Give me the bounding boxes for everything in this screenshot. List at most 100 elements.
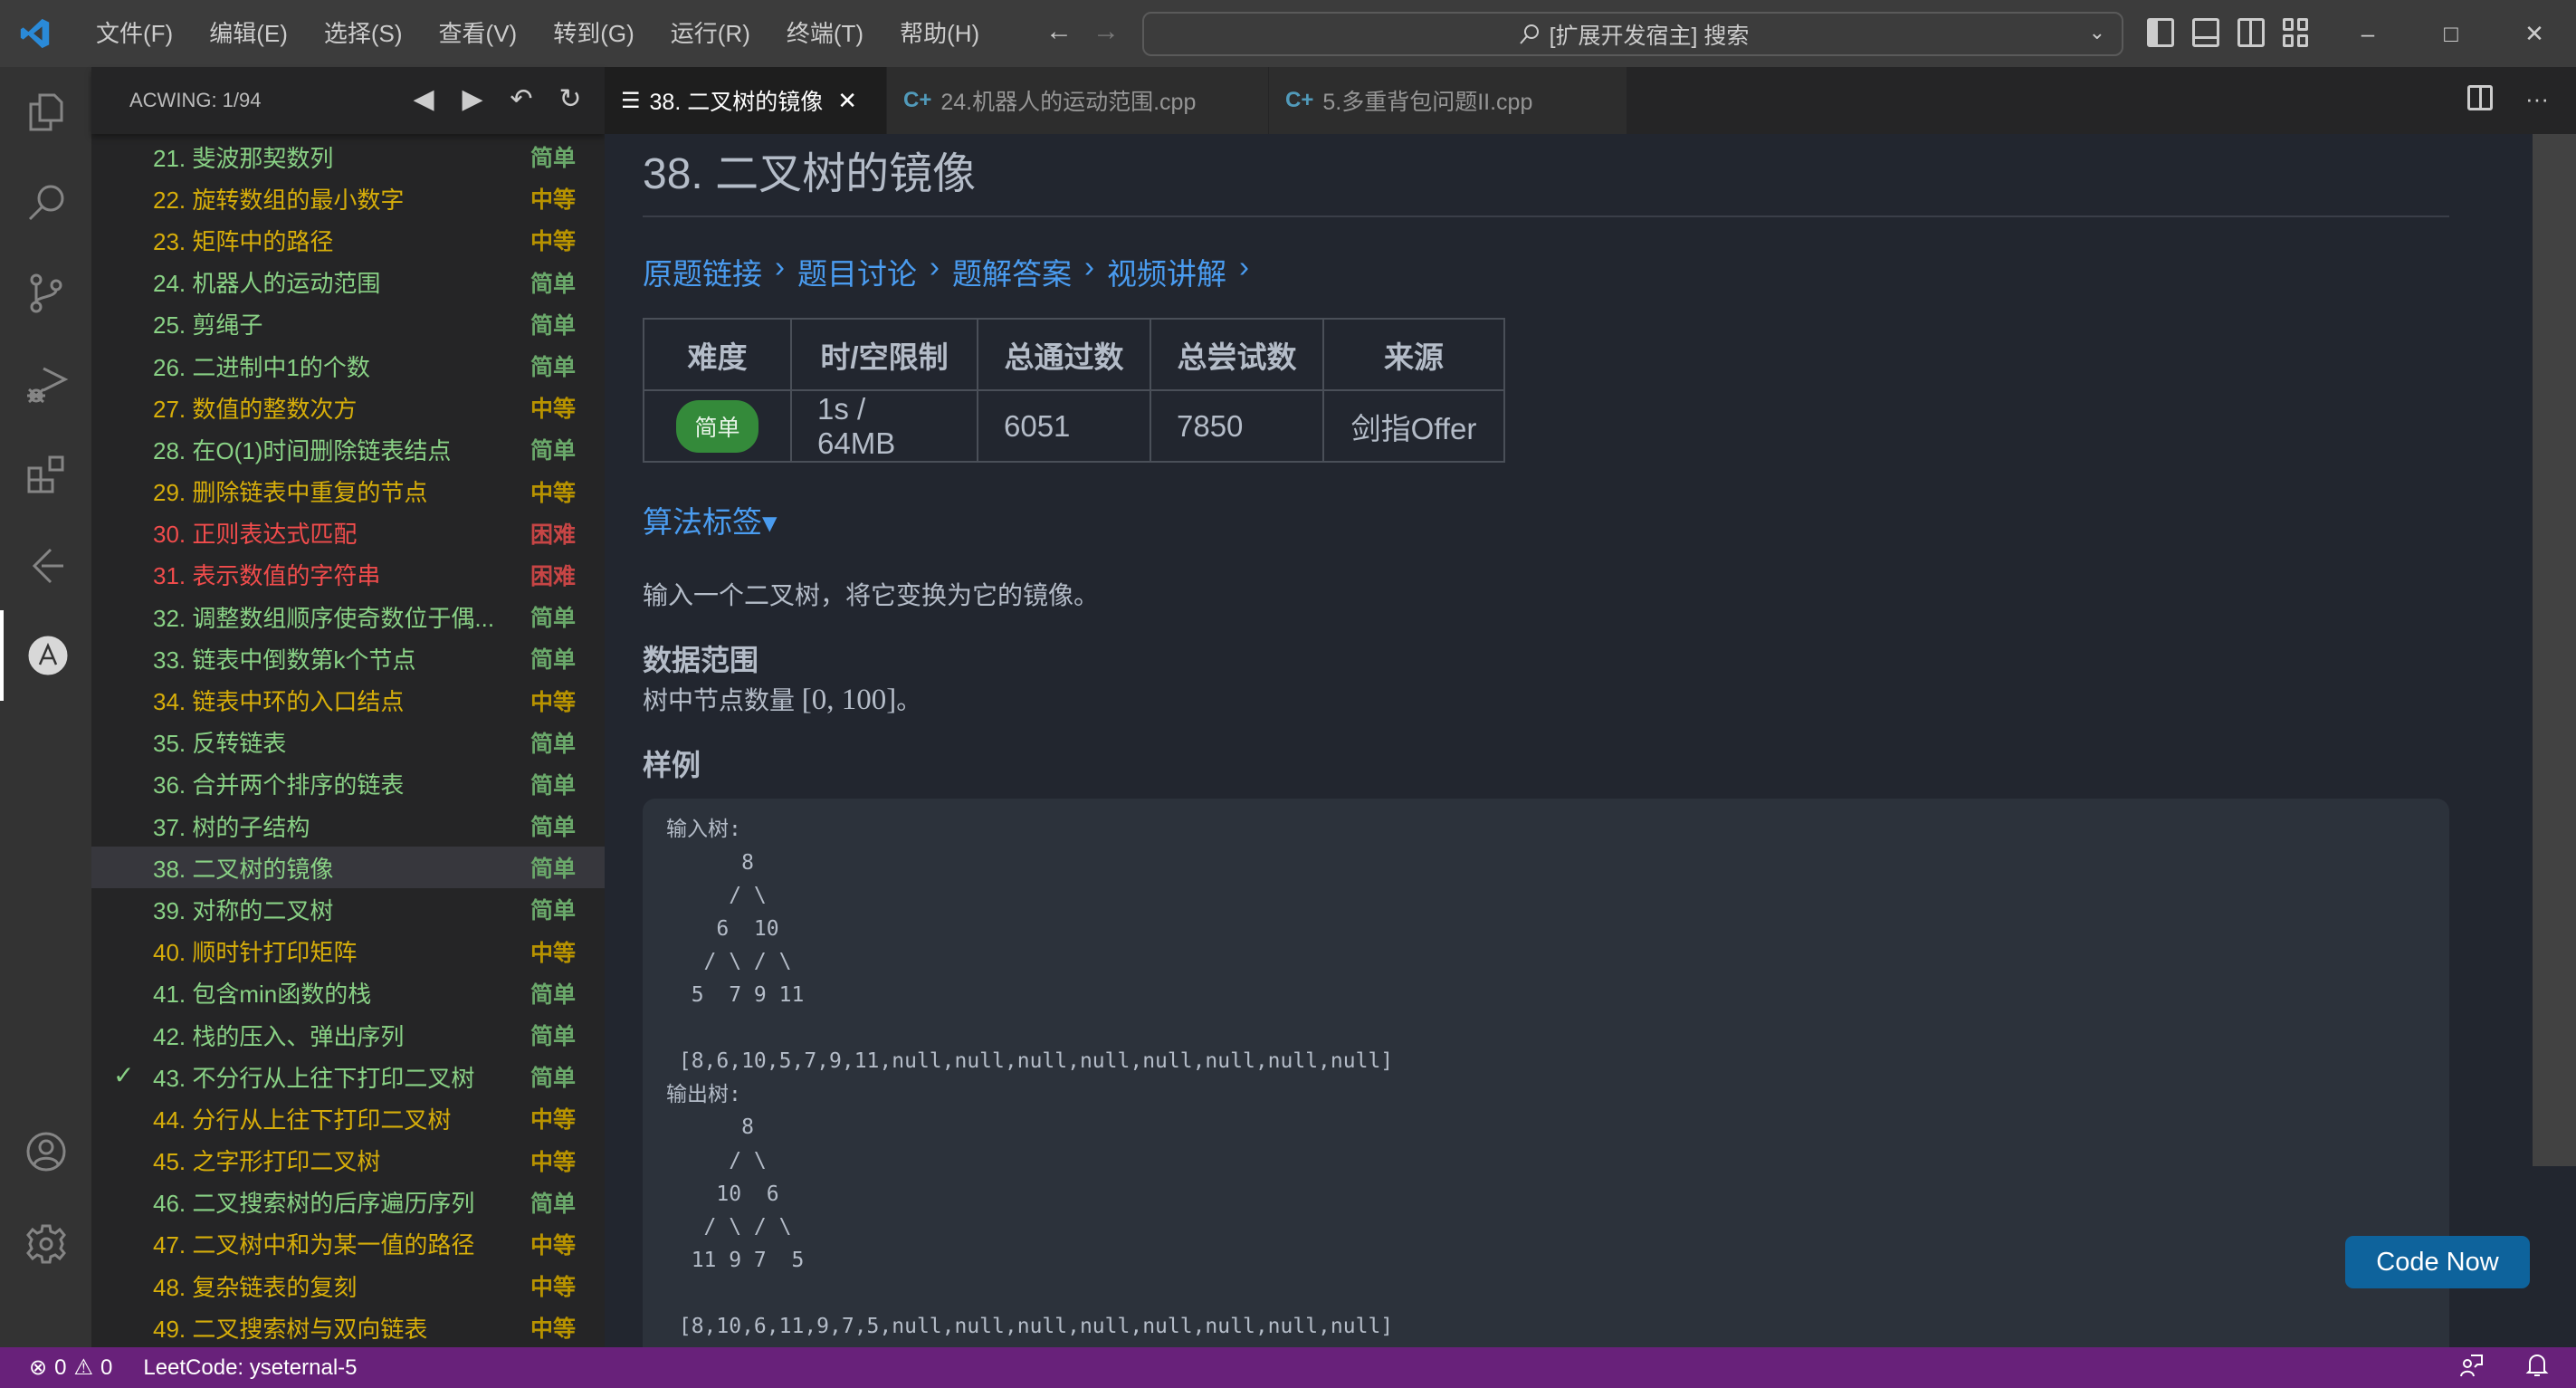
tab-knapsack-cpp[interactable]: C+ 5.多重背包问题II.cpp <box>1269 67 1627 134</box>
problem-list-item[interactable]: 46. 二叉搜索树的后序遍历序列 简单 <box>91 1182 605 1223</box>
customize-layout-icon[interactable] <box>2283 18 2310 47</box>
problem-list-item[interactable]: 41. 包含min函数的栈 简单 <box>91 972 605 1014</box>
menu-help[interactable]: 帮助(H) <box>882 0 997 67</box>
close-window-button[interactable]: ✕ <box>2493 0 2576 67</box>
problem-list-item[interactable]: 37. 树的子结构 简单 <box>91 805 605 847</box>
problem-list-item[interactable]: 34. 链表中环的入口结点 中等 <box>91 679 605 721</box>
problem-title: 47. 二叉树中和为某一值的路径 <box>153 1231 475 1259</box>
problem-list-item[interactable]: 26. 二进制中1的个数 简单 <box>91 345 605 387</box>
problem-difficulty: 中等 <box>530 229 576 255</box>
editor-tab-bar: ☰ 38. 二叉树的镜像 ✕ C+ 24.机器人的运动范围.cpp C+ 5.多… <box>605 67 2576 134</box>
scrollbar-thumb[interactable] <box>2533 134 2576 1166</box>
problem-list-item[interactable]: 40. 顺时针打印矩阵 中等 <box>91 931 605 972</box>
accounts-icon[interactable] <box>0 1106 91 1197</box>
problem-difficulty: 简单 <box>530 438 576 464</box>
problem-list-item[interactable]: 23. 矩阵中的路径 中等 <box>91 219 605 261</box>
tab-problem-preview[interactable]: ☰ 38. 二叉树的镜像 ✕ <box>605 67 887 134</box>
problem-list-item[interactable]: 45. 之字形打印二叉树 中等 <box>91 1140 605 1182</box>
search-icon[interactable] <box>0 158 91 248</box>
vertical-scrollbar[interactable] <box>2533 134 2576 1347</box>
problem-list-item[interactable]: 38. 二叉树的镜像 简单 <box>91 847 605 889</box>
problem-list-item[interactable]: 42. 栈的压入、弹出序列 简单 <box>91 1014 605 1056</box>
problem-difficulty: 简单 <box>530 898 576 924</box>
problem-difficulty: 中等 <box>530 480 576 506</box>
forward-arrow-icon[interactable]: → <box>1092 16 1120 47</box>
minimize-button[interactable]: – <box>2326 0 2409 67</box>
solutions-link[interactable]: 题解答案 <box>952 250 1072 293</box>
problem-title: 31. 表示数值的字符串 <box>153 562 381 590</box>
remote-explorer-icon[interactable] <box>0 520 91 610</box>
algorithm-tags-toggle[interactable]: 算法标签▾ <box>643 498 778 541</box>
menu-file[interactable]: 文件(F) <box>78 0 191 67</box>
problem-list-item[interactable]: 33. 链表中倒数第k个节点 简单 <box>91 637 605 679</box>
problem-list-item[interactable]: 21. 斐波那契数列 简单 <box>91 136 605 177</box>
split-editor-icon[interactable] <box>2467 85 2494 110</box>
problem-title: 41. 包含min函数的栈 <box>153 981 372 1009</box>
problem-list-item[interactable]: 24. 机器人的运动范围 简单 <box>91 262 605 303</box>
original-problem-link[interactable]: 原题链接 <box>643 250 762 293</box>
data-range-text: 树中节点数量 [0, 100]。 <box>643 681 921 717</box>
problem-title: 36. 合并两个排序的链表 <box>153 771 405 799</box>
problem-difficulty: 简单 <box>530 355 576 381</box>
feedback-icon[interactable] <box>2458 1353 2484 1384</box>
previous-page-icon[interactable]: ◀ <box>409 83 438 115</box>
problems-indicator[interactable]: ⊗ 0 ⚠ 0 <box>29 1354 112 1381</box>
toggle-secondary-sidebar-icon[interactable] <box>2237 18 2265 47</box>
explorer-icon[interactable] <box>0 67 91 158</box>
problem-list-item[interactable]: 30. 正则表达式匹配 困难 <box>91 512 605 554</box>
problem-title: 43. 不分行从上往下打印二叉树 <box>153 1064 475 1092</box>
chevron-down-icon[interactable]: ⌄ <box>2089 21 2105 44</box>
maximize-button[interactable]: □ <box>2409 0 2493 67</box>
menu-selection[interactable]: 选择(S) <box>306 0 421 67</box>
problem-title: 44. 分行从上往下打印二叉树 <box>153 1106 452 1134</box>
menu-view[interactable]: 查看(V) <box>421 0 536 67</box>
problem-difficulty: 简单 <box>530 1191 576 1217</box>
problem-list-item[interactable]: 29. 删除链表中重复的节点 中等 <box>91 471 605 512</box>
code-now-button[interactable]: Code Now <box>2345 1236 2530 1288</box>
problem-title: 46. 二叉搜索树的后序遍历序列 <box>153 1190 475 1218</box>
problem-list-item[interactable]: ✓ 43. 不分行从上往下打印二叉树 简单 <box>91 1056 605 1097</box>
menu-terminal[interactable]: 终端(T) <box>768 0 882 67</box>
close-tab-icon[interactable]: ✕ <box>837 87 857 115</box>
problem-difficulty: 简单 <box>530 647 576 674</box>
discussion-link[interactable]: 题目讨论 <box>797 250 917 293</box>
leetcode-account[interactable]: LeetCode: yseternal-5 <box>143 1355 357 1381</box>
menu-run[interactable]: 运行(R) <box>653 0 768 67</box>
notifications-bell-icon[interactable] <box>2525 1353 2549 1384</box>
problem-list-item[interactable]: 32. 调整数组顺序使奇数位于偶... 简单 <box>91 596 605 637</box>
attempts-cell: 7850 <box>1150 389 1324 463</box>
problem-list-item[interactable]: 35. 反转链表 简单 <box>91 722 605 763</box>
problem-list-item[interactable]: 22. 旋转数组的最小数字 中等 <box>91 177 605 219</box>
back-icon[interactable]: ↶ <box>507 83 536 115</box>
problem-list-item[interactable]: 36. 合并两个排序的链表 简单 <box>91 763 605 805</box>
problem-list-item[interactable]: 28. 在O(1)时间删除链表结点 简单 <box>91 428 605 470</box>
source-control-icon[interactable] <box>0 248 91 339</box>
problem-list-item[interactable]: 39. 对称的二叉树 简单 <box>91 888 605 930</box>
refresh-icon[interactable]: ↻ <box>556 83 585 115</box>
toggle-panel-icon[interactable] <box>2192 18 2219 47</box>
problem-list-item[interactable]: 25. 剪绳子 简单 <box>91 303 605 345</box>
menu-go[interactable]: 转到(G) <box>535 0 653 67</box>
problem-list-item[interactable]: 47. 二叉树中和为某一值的路径 中等 <box>91 1223 605 1265</box>
extensions-icon[interactable] <box>0 429 91 520</box>
problem-list-item[interactable]: 31. 表示数值的字符串 困难 <box>91 554 605 596</box>
run-debug-icon[interactable] <box>0 339 91 429</box>
problem-list-item[interactable]: 48. 复杂链表的复刻 中等 <box>91 1265 605 1307</box>
problem-list-item[interactable]: 27. 数值的整数次方 中等 <box>91 387 605 428</box>
back-arrow-icon[interactable]: ← <box>1045 16 1073 47</box>
tab-robot-range-cpp[interactable]: C+ 24.机器人的运动范围.cpp <box>887 67 1269 134</box>
menu-edit[interactable]: 编辑(E) <box>191 0 306 67</box>
acwing-icon[interactable] <box>0 610 91 701</box>
problem-difficulty: 简单 <box>530 815 576 841</box>
video-link[interactable]: 视频讲解 <box>1107 250 1226 293</box>
command-center-search[interactable]: [扩展开发宿主] 搜索 ⌄ <box>1142 12 2123 56</box>
manage-gear-icon[interactable] <box>0 1199 91 1289</box>
problem-list-item[interactable]: 49. 二叉搜索树与双向链表 中等 <box>91 1307 605 1348</box>
problem-difficulty: 简单 <box>530 1024 576 1050</box>
toggle-primary-sidebar-icon[interactable] <box>2147 18 2174 47</box>
problem-list-item[interactable]: 44. 分行从上往下打印二叉树 中等 <box>91 1097 605 1139</box>
next-page-icon[interactable]: ▶ <box>458 83 487 115</box>
problem-title: 37. 树的子结构 <box>153 813 310 841</box>
problem-title: 49. 二叉搜索树与双向链表 <box>153 1315 428 1343</box>
more-actions-icon[interactable]: ··· <box>2525 85 2549 113</box>
